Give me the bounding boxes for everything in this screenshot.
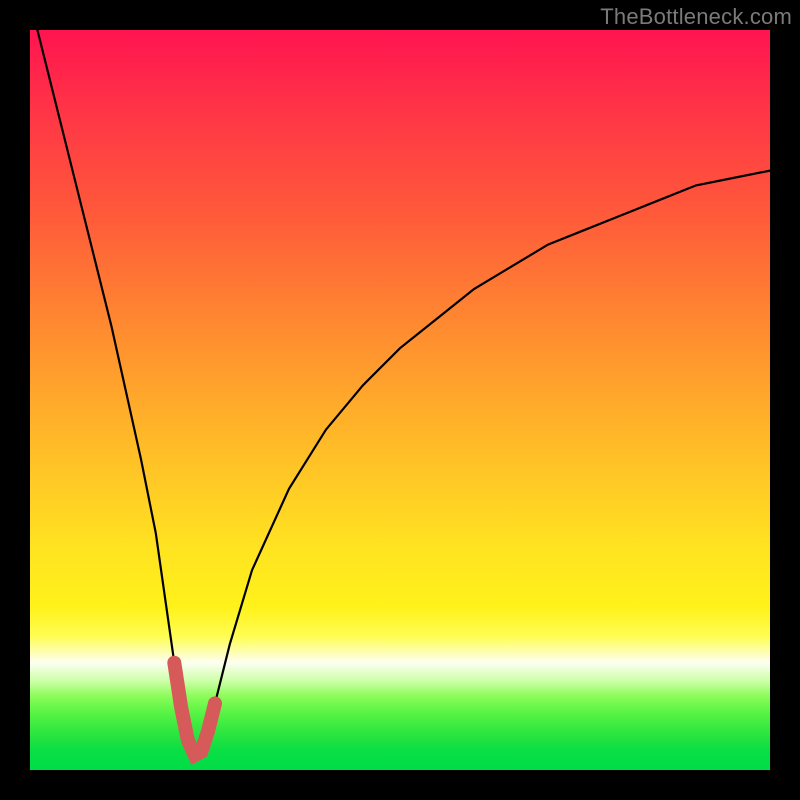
sweet-spot-marker — [174, 663, 215, 756]
bottleneck-curve-svg — [30, 30, 770, 770]
plot-area — [30, 30, 770, 770]
watermark-text: TheBottleneck.com — [600, 4, 792, 30]
chart-frame: TheBottleneck.com — [0, 0, 800, 800]
bottleneck-curve — [37, 30, 770, 755]
